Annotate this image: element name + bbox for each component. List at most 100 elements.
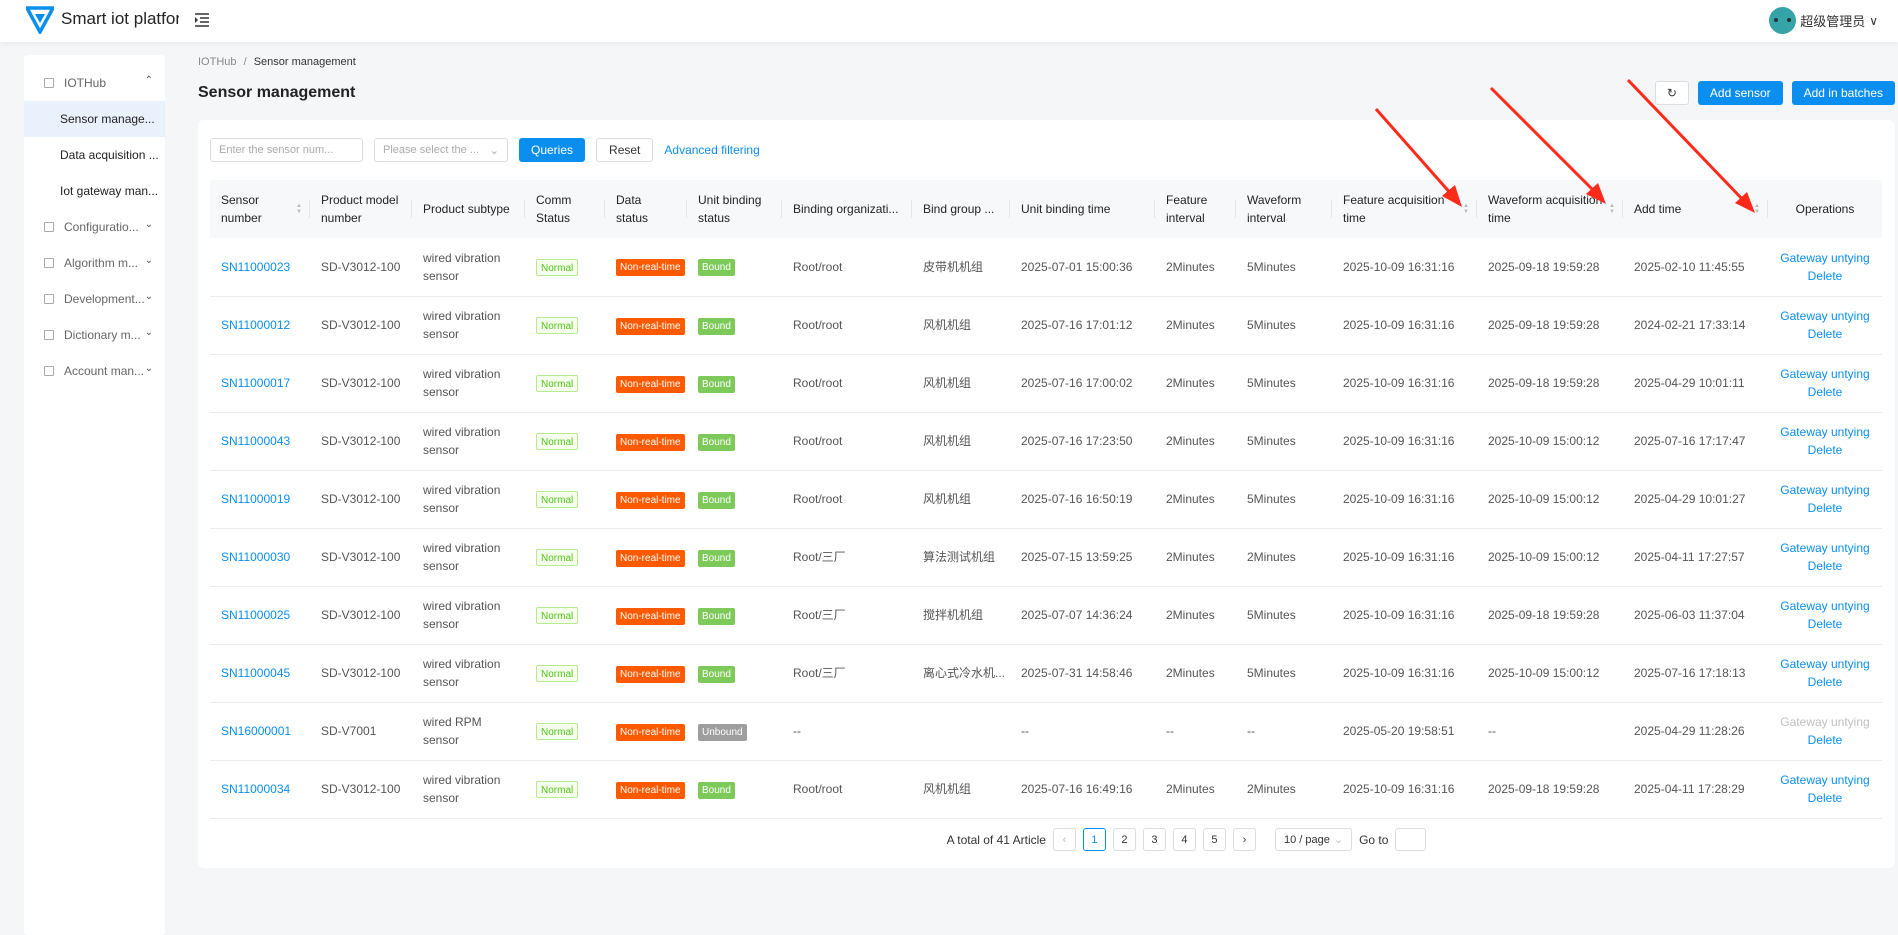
delete-link[interactable]: Delete — [1779, 267, 1871, 285]
table-cell: 2025-10-09 16:31:16 — [1332, 528, 1477, 587]
table-cell: 2025-09-18 19:59:28 — [1477, 296, 1623, 355]
pagination: A total of 41 Article ‹ 1 2 3 4 5 › 10 /… — [198, 828, 1895, 851]
delete-link[interactable]: Delete — [1779, 441, 1871, 459]
table-cell: 2025-04-29 10:01:11 — [1623, 354, 1768, 413]
reset-button[interactable]: Reset — [596, 138, 654, 162]
sort-icon[interactable]: ▲ ▼ — [1463, 203, 1469, 215]
gateway-untying-link[interactable]: Gateway untying — [1779, 655, 1871, 673]
page-4[interactable]: 4 — [1172, 828, 1196, 851]
table-cell: 2Minutes — [1155, 644, 1236, 703]
delete-link[interactable]: Delete — [1779, 557, 1871, 575]
status-cell: Normal — [525, 528, 605, 587]
add-sensor-button[interactable]: Add sensor — [1697, 81, 1783, 105]
next-page-button[interactable]: › — [1232, 828, 1256, 851]
sidebar-item-data-acquisition[interactable]: Data acquisition ... — [24, 137, 165, 173]
status-cell: Non-real-time — [605, 412, 687, 471]
gateway-untying-link[interactable]: Gateway untying — [1779, 597, 1871, 615]
user-menu[interactable]: 超级管理员 ∨ — [1769, 7, 1878, 34]
gateway-untying-link[interactable]: Gateway untying — [1779, 771, 1871, 789]
delete-link[interactable]: Delete — [1779, 383, 1871, 401]
column-header-label: Product model number — [321, 193, 399, 225]
sidebar-item-algorithm[interactable]: Algorithm m... ⌄ — [24, 245, 165, 281]
table-row: SN11000034 SD-V3012-100 wired vibration se… — [210, 760, 1882, 819]
sort-icon[interactable]: ▲ ▼ — [296, 203, 302, 215]
table-cell: 2Minutes — [1236, 528, 1332, 587]
gateway-untying-link[interactable]: Gateway untying — [1779, 423, 1871, 441]
sensor-number-link[interactable]: SN11000017 — [210, 354, 310, 413]
sidebar-item-label: Development... — [64, 292, 145, 306]
sensor-number-input[interactable]: Enter the sensor num... — [210, 138, 363, 162]
menu-collapse-icon[interactable] — [194, 12, 210, 28]
sidebar-item-configuration[interactable]: Configuratio... ⌄ — [24, 209, 165, 245]
chevron-down-icon: ⌄ — [144, 219, 153, 230]
sensor-number-link[interactable]: SN11000025 — [210, 586, 310, 645]
table-cell: 2025-05-20 19:58:51 — [1332, 702, 1477, 761]
sidebar-item-development[interactable]: Development... ⌄ — [24, 281, 165, 317]
page-5[interactable]: 5 — [1202, 828, 1226, 851]
table-cell: 风机机组 — [912, 412, 1010, 471]
delete-link[interactable]: Delete — [1779, 499, 1871, 517]
page-size-select[interactable]: 10 / page ⌄ — [1274, 828, 1353, 851]
sensor-number-link[interactable]: SN11000030 — [210, 528, 310, 587]
subtype-select[interactable]: Please select the ... ⌄ — [374, 138, 508, 162]
sensor-number-link[interactable]: SN11000043 — [210, 412, 310, 471]
sensor-number-link[interactable]: SN11000023 — [210, 238, 310, 297]
page-2[interactable]: 2 — [1112, 828, 1136, 851]
table-cell: 2025-10-09 16:31:16 — [1332, 586, 1477, 645]
operations-cell: Gateway untying Delete — [1768, 238, 1882, 297]
delete-link[interactable]: Delete — [1779, 325, 1871, 343]
sidebar-item-account[interactable]: Account man... ⌄ — [24, 353, 165, 389]
sidebar-item-iothub[interactable]: IOTHub ⌃ — [24, 65, 165, 101]
sort-icon[interactable]: ▲ ▼ — [1754, 203, 1760, 215]
binding-status-badge: Bound — [698, 491, 735, 509]
table-cell: SD-V3012-100 — [310, 354, 412, 413]
table-cell: 5Minutes — [1236, 412, 1332, 471]
sidebar-item-sensor-management[interactable]: Sensor manage... — [24, 101, 165, 137]
status-cell: Bound — [687, 470, 782, 529]
sensor-number-link[interactable]: SN11000019 — [210, 470, 310, 529]
add-in-batches-button[interactable]: Add in batches — [1791, 81, 1895, 105]
prev-page-button[interactable]: ‹ — [1052, 828, 1076, 851]
page-1[interactable]: 1 — [1082, 828, 1106, 851]
table-cell: wired RPM sensor — [412, 702, 525, 761]
advanced-filtering-link[interactable]: Advanced filtering — [664, 143, 759, 157]
sort-icon[interactable]: ▲ ▼ — [1609, 203, 1615, 215]
delete-link[interactable]: Delete — [1779, 615, 1871, 633]
sensor-number-link[interactable]: SN11000045 — [210, 644, 310, 703]
delete-link[interactable]: Delete — [1779, 789, 1871, 807]
gateway-untying-link[interactable]: Gateway untying — [1779, 365, 1871, 383]
status-cell: Non-real-time — [605, 238, 687, 297]
table-cell: 5Minutes — [1236, 470, 1332, 529]
queries-button[interactable]: Queries — [519, 138, 586, 162]
sensor-number-link[interactable]: SN11000034 — [210, 760, 310, 819]
sidebar: IOTHub ⌃ Sensor manage... Data acquisitio… — [0, 42, 166, 935]
table-row: SN11000030 SD-V3012-100 wired vibration se… — [210, 528, 1882, 587]
table-cell: wired vibration sensor — [412, 412, 525, 471]
table-cell: 2025-07-16 17:17:47 — [1623, 412, 1768, 471]
gateway-untying-link[interactable]: Gateway untying — [1779, 539, 1871, 557]
sidebar-item-iot-gateway[interactable]: Iot gateway man... — [24, 173, 165, 209]
column-header[interactable]: Add time ▲ ▼ — [1623, 180, 1768, 238]
logo-icon — [26, 6, 54, 34]
sidebar-item-dictionary[interactable]: Dictionary m... ⌄ — [24, 317, 165, 353]
table-cell: 5Minutes — [1236, 296, 1332, 355]
goto-page-input[interactable] — [1395, 828, 1427, 851]
delete-link[interactable]: Delete — [1779, 673, 1871, 691]
gateway-untying-link[interactable]: Gateway untying — [1779, 481, 1871, 499]
sidebar-item-label: Dictionary m... — [64, 328, 141, 342]
breadcrumb-parent[interactable]: IOTHub — [198, 56, 237, 68]
page-3[interactable]: 3 — [1142, 828, 1166, 851]
sensor-number-link[interactable]: SN11000012 — [210, 296, 310, 355]
sidebar-item-label: Configuratio... — [64, 220, 139, 234]
sensor-number-link[interactable]: SN16000001 — [210, 702, 310, 761]
delete-link[interactable]: Delete — [1779, 731, 1871, 749]
column-header[interactable]: Waveform acquisition time ▲ ▼ — [1477, 180, 1623, 238]
refresh-button[interactable]: ↻ — [1654, 81, 1689, 105]
column-header[interactable]: Sensor number ▲ ▼ — [210, 180, 310, 238]
column-header[interactable]: Feature acquisition time ▲ ▼ — [1332, 180, 1477, 238]
status-cell: Normal — [525, 702, 605, 761]
gateway-untying-link[interactable]: Gateway untying — [1779, 307, 1871, 325]
gateway-untying-link[interactable]: Gateway untying — [1779, 249, 1871, 267]
table-row: SN11000025 SD-V3012-100 wired vibration se… — [210, 586, 1882, 645]
comm-status-badge: Normal — [536, 549, 579, 566]
